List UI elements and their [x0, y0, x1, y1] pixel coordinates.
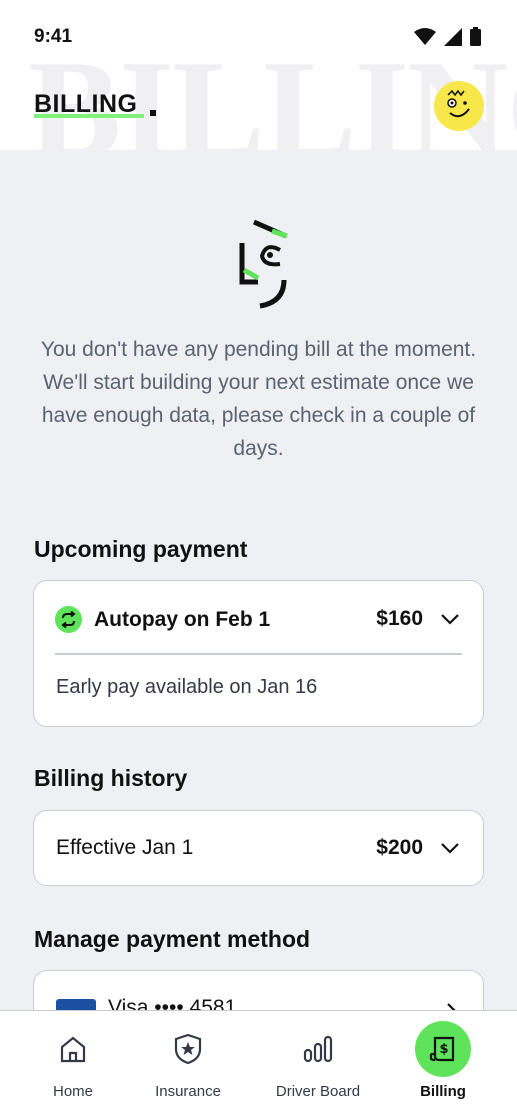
- nav-driver-board-icon-wrap: [290, 1021, 346, 1077]
- cellular-signal-icon: [444, 27, 462, 46]
- home-icon: [60, 1036, 86, 1063]
- billing-history-title: Billing history: [34, 765, 188, 791]
- empty-state-illustration: [232, 218, 292, 313]
- autopay-repeat-icon: [61, 611, 76, 628]
- nav-billing-icon-wrap: $: [415, 1021, 471, 1077]
- visa-card-icon: [56, 999, 96, 1010]
- nav-insurance[interactable]: Insurance: [148, 1011, 228, 1120]
- nav-home-label: Home: [52, 1083, 93, 1100]
- history-amount: $200: [376, 836, 423, 859]
- page-title: BILLING: [34, 90, 138, 118]
- upcoming-amount: $160: [376, 607, 423, 630]
- autopay-badge: [55, 606, 82, 633]
- chevron-right-icon: [447, 1003, 456, 1010]
- bar-chart-icon: [303, 1035, 333, 1063]
- card-divider: [55, 653, 462, 655]
- receipt-dollar-icon: $: [429, 1036, 455, 1062]
- payment-method-card[interactable]: Visa •••• 4581: [33, 970, 484, 1010]
- nav-home-icon-wrap: [45, 1021, 101, 1077]
- nav-insurance-label: Insurance: [155, 1083, 221, 1100]
- svg-text:$: $: [439, 1042, 448, 1057]
- history-effective-label: Effective Jan 1: [56, 836, 194, 859]
- early-pay-text: Early pay available on Jan 16: [56, 676, 318, 698]
- status-icons: [414, 27, 481, 46]
- autopay-label: Autopay on Feb 1: [94, 607, 271, 631]
- manage-payment-title: Manage payment method: [34, 926, 311, 952]
- shield-star-icon: [174, 1033, 202, 1065]
- nav-billing-label: Billing: [420, 1083, 466, 1100]
- upcoming-payment-card[interactable]: Autopay on Feb 1 $160 Early pay availabl…: [33, 580, 484, 727]
- nav-insurance-icon-wrap: [160, 1021, 216, 1077]
- battery-icon: [470, 27, 481, 46]
- nav-driver-board-label: Driver Board: [275, 1083, 361, 1100]
- history-amount-row: $200: [376, 836, 461, 860]
- payment-card-label: Visa •••• 4581: [108, 996, 237, 1010]
- upcoming-amount-row: $160: [376, 607, 461, 631]
- status-bar: 9:41: [0, 0, 517, 72]
- page-title-wrap: BILLING: [34, 90, 156, 122]
- status-time: 9:41: [34, 26, 73, 47]
- autopay-row: Autopay on Feb 1: [55, 606, 270, 633]
- bottom-nav: Home Insurance Driver Board $ Billing: [0, 1010, 517, 1120]
- avatar[interactable]: [434, 81, 484, 131]
- empty-state-message: You don't have any pending bill at the m…: [40, 338, 477, 460]
- title-dot: [150, 110, 156, 116]
- wifi-icon: [414, 27, 436, 45]
- chevron-down-icon[interactable]: [439, 837, 461, 859]
- billing-history-card[interactable]: Effective Jan 1 $200: [33, 810, 484, 886]
- avatar-face-icon: [447, 89, 470, 118]
- nav-driver-board[interactable]: Driver Board: [268, 1011, 368, 1120]
- chevron-down-icon[interactable]: [439, 608, 461, 630]
- nav-home[interactable]: Home: [45, 1011, 101, 1120]
- nav-billing[interactable]: $ Billing: [415, 1011, 471, 1120]
- face-logo-icon: [239, 219, 288, 309]
- history-row: Effective Jan 1: [56, 836, 193, 860]
- upcoming-payment-title: Upcoming payment: [34, 536, 248, 562]
